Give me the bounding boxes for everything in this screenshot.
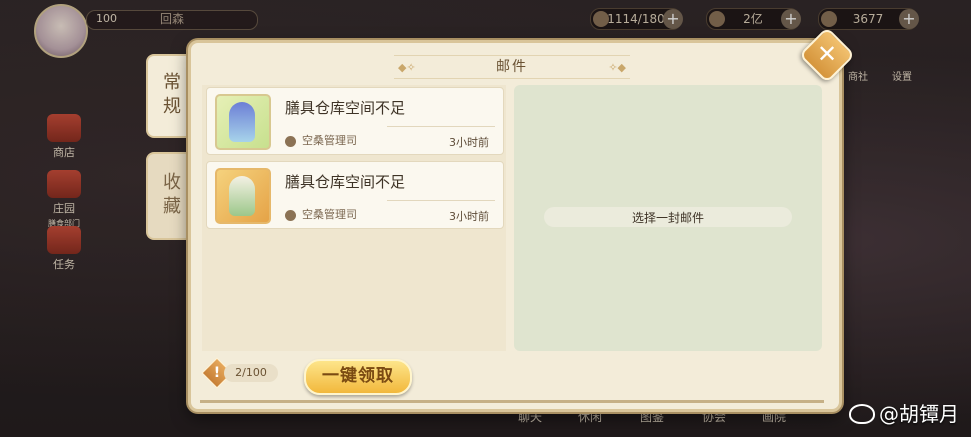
mail-list: 膳具仓库空间不足 空桑管理司 3小时前 膳具仓库空间不足 空桑管理司 3小时前: [202, 85, 506, 351]
mail-time: 3小时前: [449, 136, 489, 149]
mail-detail-pane: 选择一封邮件: [514, 85, 822, 351]
claim-all-button[interactable]: 一键领取: [304, 359, 412, 395]
sender-icon: [285, 210, 296, 221]
empty-detail-text: 选择一封邮件: [631, 211, 704, 225]
dialog-title: 邮件: [496, 59, 528, 75]
watermark-text: @胡镡月: [879, 402, 959, 426]
mail-sender: 空桑管理司: [302, 134, 357, 147]
character-avatar-icon: [215, 94, 271, 150]
dialog-title-bar: ◆✧ 邮件 ✧◆: [394, 55, 630, 79]
watermark: @胡镡月: [849, 398, 959, 427]
tab-favorites[interactable]: 收藏: [146, 152, 192, 240]
weibo-logo-icon: [849, 404, 875, 424]
title-ornament-left-icon: ◆✧: [398, 61, 416, 74]
mail-item[interactable]: 膳具仓库空间不足 空桑管理司 3小时前: [206, 161, 504, 229]
tab-favorites-label: 收藏: [160, 172, 181, 220]
character-figure: [229, 176, 255, 216]
close-icon: ✕: [816, 40, 838, 68]
tab-regular-label: 常规: [160, 72, 181, 120]
mail-sender: 空桑管理司: [302, 208, 357, 221]
mail-item[interactable]: 膳具仓库空间不足 空桑管理司 3小时前: [206, 87, 504, 155]
mail-title: 膳具仓库空间不足: [285, 173, 406, 191]
title-ornament-right-icon: ✧◆: [608, 61, 626, 74]
mail-title: 膳具仓库空间不足: [285, 99, 406, 117]
character-avatar-icon: [215, 168, 271, 224]
tab-regular[interactable]: 常规: [146, 54, 192, 138]
character-figure: [229, 102, 255, 142]
divider: [387, 126, 495, 127]
divider: [387, 200, 495, 201]
mail-time: 3小时前: [449, 210, 489, 223]
sender-icon: [285, 136, 296, 147]
mail-count: 2/100: [224, 364, 278, 382]
dialog-bottom-trim: [200, 400, 824, 403]
